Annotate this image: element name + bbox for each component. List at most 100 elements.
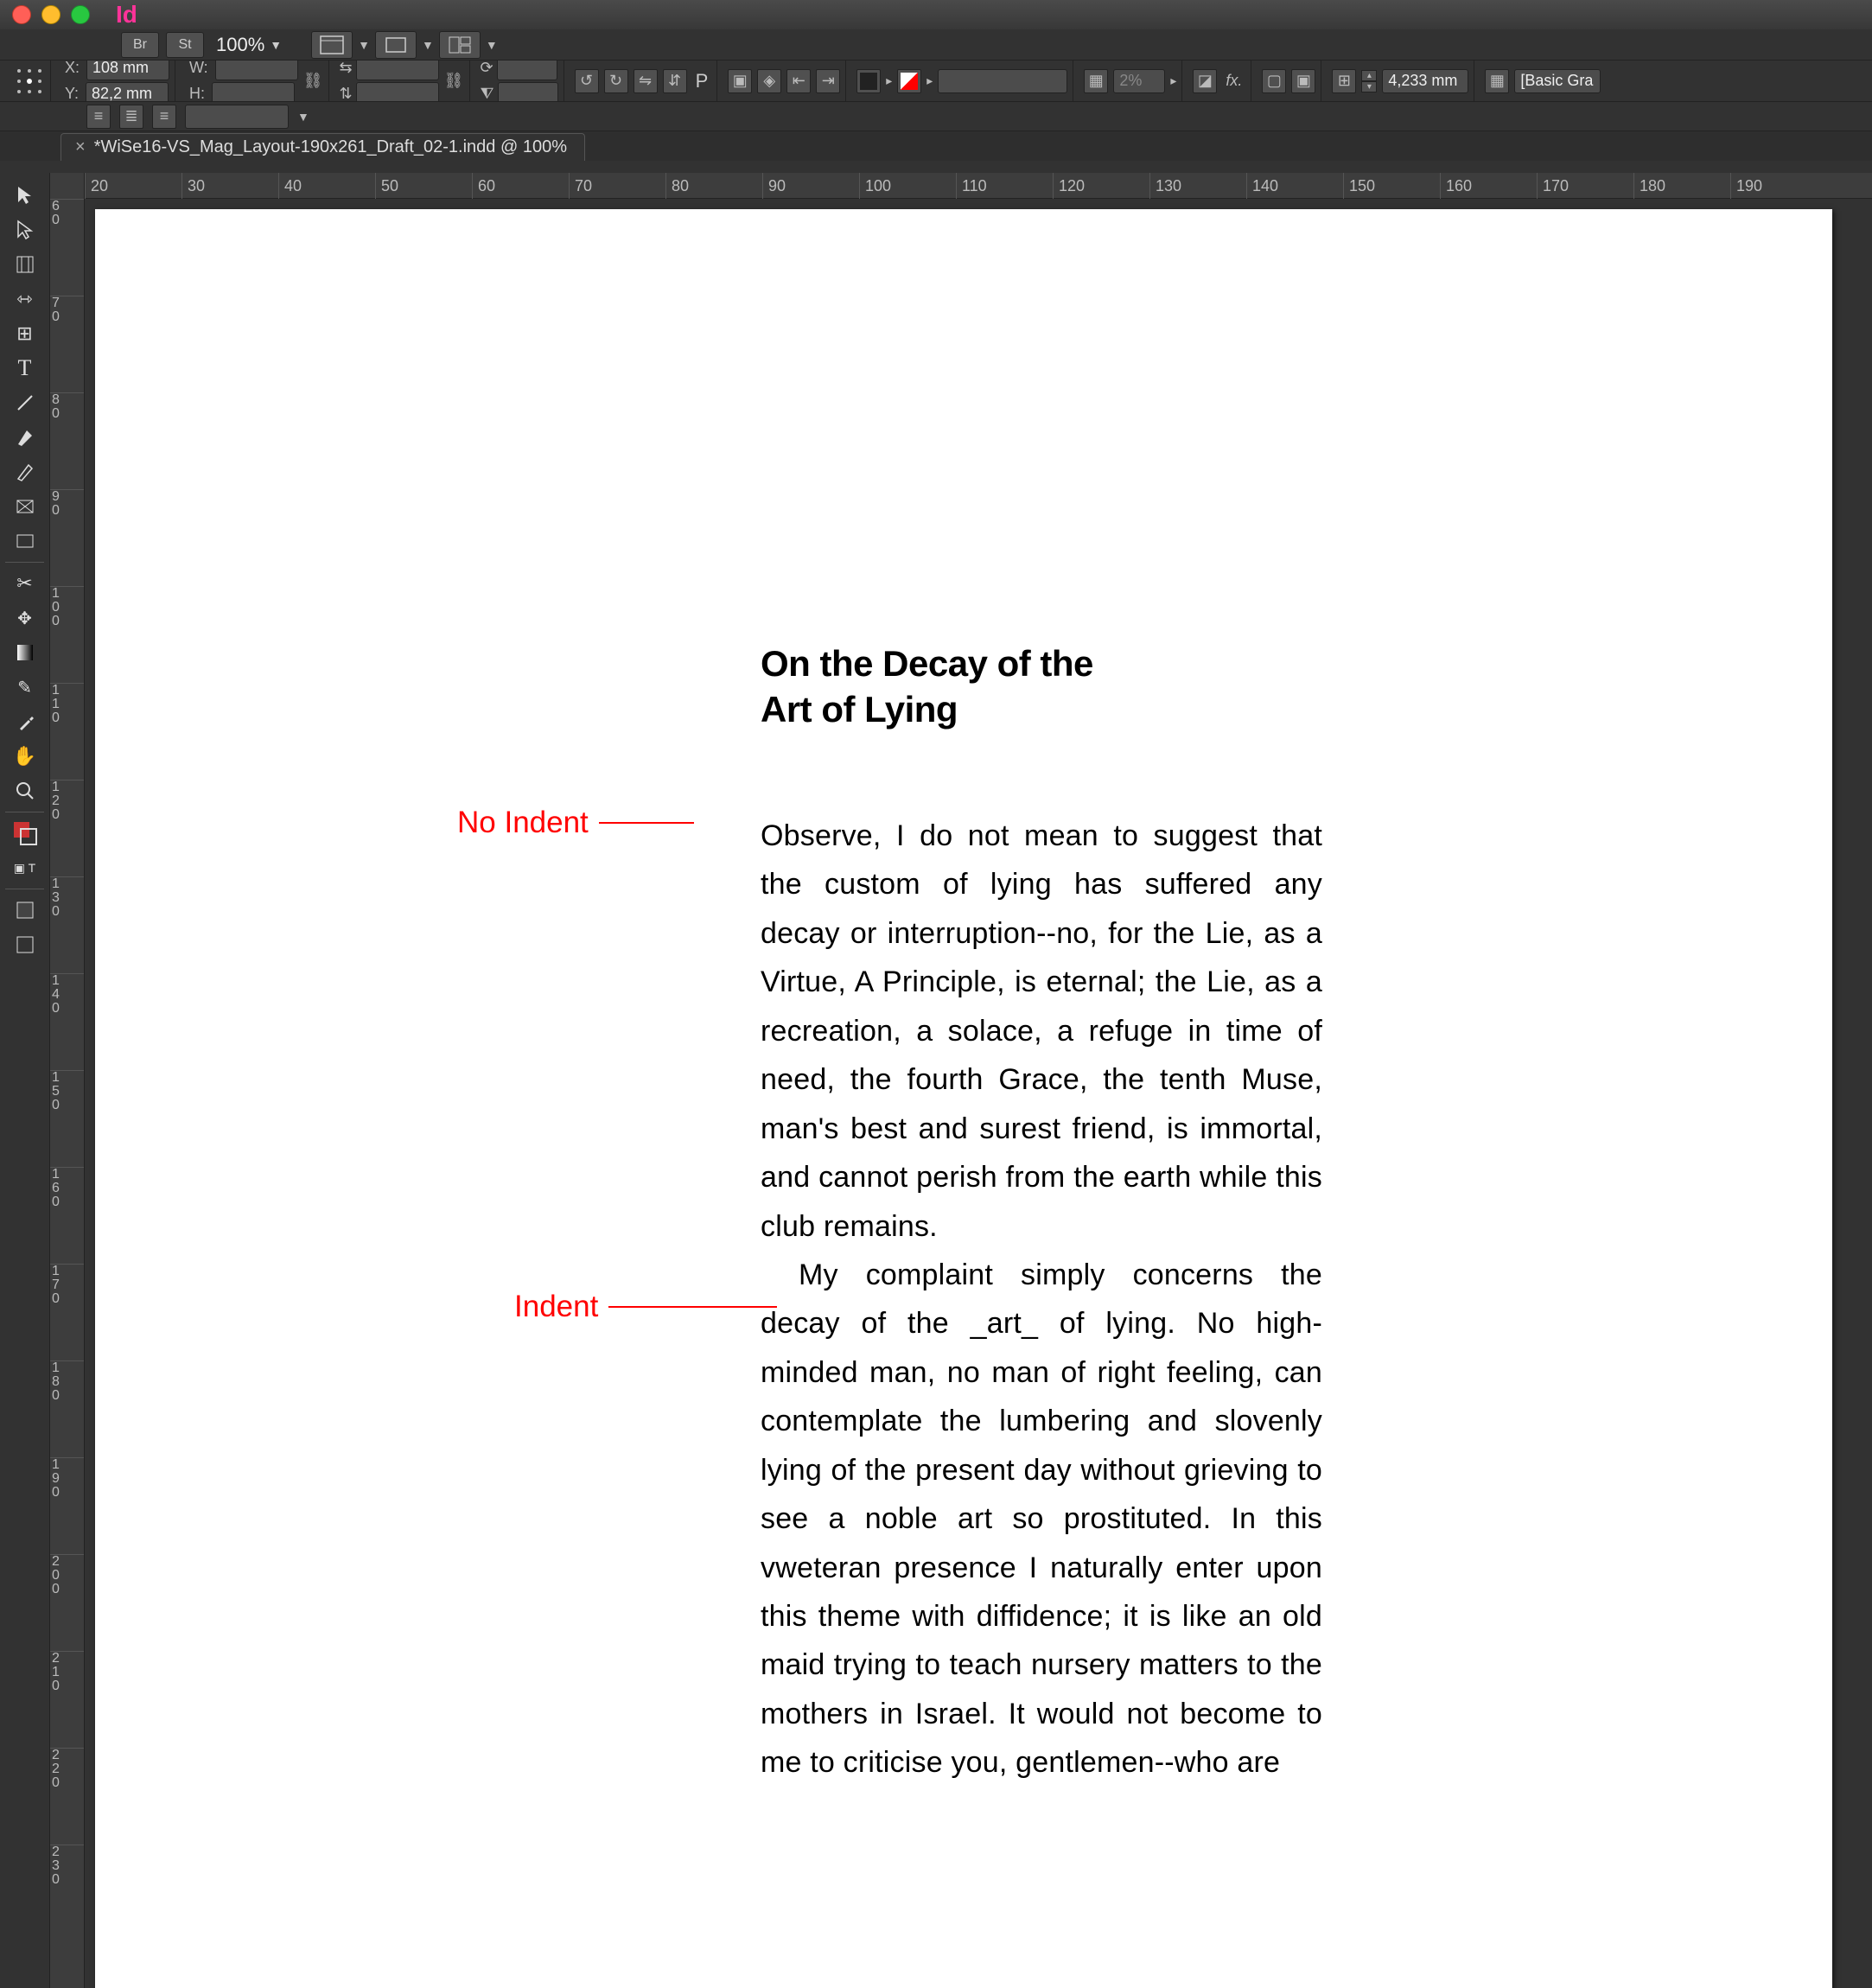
document-tab-title: *WiSe16-VS_Mag_Layout-190x261_Draft_02-1… [94, 137, 567, 157]
w-field[interactable] [215, 61, 298, 80]
stroke-swatch[interactable] [897, 69, 921, 93]
control-bar-row-2: ≡ ≣ ≡ ▼ [0, 102, 1872, 131]
close-tab-icon[interactable]: × [75, 137, 86, 157]
tool-panel: ⇿ ⊞ T ✂ ✥ ✎ ✋ ▣ T [0, 173, 50, 1988]
step-value-field[interactable]: 4,233 mm [1382, 69, 1468, 93]
text-wrap-cluster: ▢ ▣ [1257, 61, 1321, 101]
ruler-tick: 150 [50, 1070, 84, 1167]
gradient-swatch-tool[interactable] [8, 636, 42, 669]
direct-selection-tool[interactable] [8, 213, 42, 246]
hand-tool[interactable]: ✋ [8, 740, 42, 773]
stock-button[interactable]: St [166, 32, 204, 58]
scale-y-field[interactable] [356, 82, 439, 103]
zoom-window-icon[interactable] [71, 5, 90, 24]
flip-cluster: ↺ ↻ ⇋ ⇵ P [570, 61, 718, 101]
link-icon[interactable]: ⛓ [303, 72, 323, 90]
fill-swatch[interactable] [856, 69, 881, 93]
reference-point-cluster[interactable] [9, 61, 51, 101]
scale-x-field[interactable] [356, 61, 439, 80]
y-field[interactable]: 82,2 mm [86, 82, 169, 103]
screen-mode-button[interactable] [375, 31, 417, 59]
size-cluster: W: H: ⛓ [181, 61, 329, 101]
content-collector-tool[interactable]: ⊞ [8, 317, 42, 350]
drop-shadow-button[interactable]: ◪ [1193, 69, 1217, 93]
scissors-tool[interactable]: ✂ [8, 567, 42, 600]
pen-tool[interactable] [8, 421, 42, 454]
opacity-value: 2% [1119, 72, 1142, 90]
horizontal-ruler[interactable]: 2030405060708090100110120130140150160170… [85, 173, 1872, 199]
ruler-tick: 120 [1053, 173, 1149, 199]
select-next-button[interactable]: ⇥ [816, 69, 840, 93]
minimize-window-icon[interactable] [41, 5, 60, 24]
flip-v-button[interactable]: ⇵ [663, 69, 687, 93]
rotation-field[interactable] [497, 61, 557, 80]
zoom-level[interactable]: 100% ▼ [211, 34, 287, 56]
canvas[interactable]: On the Decay of the Art of Lying Observe… [85, 199, 1872, 1988]
stroke-weight-field[interactable] [938, 69, 1067, 93]
chevron-right-icon: ▸ [1170, 73, 1176, 88]
h-field[interactable] [212, 82, 295, 103]
text-frame[interactable]: On the Decay of the Art of Lying Observe… [761, 641, 1322, 1787]
title-line-1: On the Decay of the [761, 643, 1093, 684]
link-icon[interactable]: ⛓ [444, 72, 464, 90]
select-content-button[interactable]: ◈ [757, 69, 781, 93]
ruler-tick: 80 [50, 392, 84, 489]
select-container-button[interactable]: ▣ [728, 69, 752, 93]
eyedropper-tool[interactable] [8, 705, 42, 738]
view-options-group: ▼ ▼ ▼ [311, 31, 498, 59]
ruler-tick: 120 [50, 780, 84, 876]
x-field[interactable]: 108 mm [86, 61, 169, 80]
line-tool[interactable] [8, 386, 42, 419]
rectangle-tool[interactable] [8, 525, 42, 558]
shear-field[interactable] [498, 82, 558, 103]
frame-fit-cluster: ⊞ ▴▾ 4,233 mm [1327, 61, 1474, 101]
stroke-style-field[interactable] [185, 105, 289, 129]
format-container-text-toggle[interactable]: ▣ T [8, 851, 42, 884]
document-page[interactable]: On the Decay of the Art of Lying Observe… [95, 209, 1832, 1988]
rotate-ccw-button[interactable]: ↺ [575, 69, 599, 93]
h-label: H: [189, 85, 205, 102]
close-window-icon[interactable] [12, 5, 31, 24]
fill-stroke-toggle[interactable] [8, 817, 42, 850]
bridge-label: Br [133, 37, 147, 53]
fx-label[interactable]: fx. [1226, 72, 1242, 90]
view-options-button[interactable] [311, 31, 353, 59]
fit-content-button[interactable]: ⊞ [1332, 69, 1356, 93]
wrap-bound-button[interactable]: ▣ [1291, 69, 1315, 93]
pencil-tool[interactable] [8, 456, 42, 488]
rotate-cw-button[interactable]: ↻ [604, 69, 628, 93]
screen-mode-tool[interactable] [8, 928, 42, 961]
vertical-ruler[interactable]: 6070809010011012013014015016017018019020… [50, 173, 85, 1988]
ruler-tick: 170 [50, 1264, 84, 1360]
ruler-tick: 170 [1537, 173, 1633, 199]
free-transform-tool[interactable]: ✥ [8, 602, 42, 634]
align-center-button[interactable]: ≣ [119, 105, 143, 129]
opacity-field[interactable]: 2% [1113, 69, 1165, 93]
rectangle-frame-tool[interactable] [8, 490, 42, 523]
arrange-button[interactable] [439, 31, 481, 59]
type-tool[interactable]: T [8, 352, 42, 385]
apply-color-button[interactable] [8, 894, 42, 927]
document-tab-bar: × *WiSe16-VS_Mag_Layout-190x261_Draft_02… [0, 131, 1872, 161]
align-right-button[interactable]: ≡ [152, 105, 176, 129]
wrap-none-button[interactable]: ▢ [1262, 69, 1286, 93]
workspace-dropdown[interactable]: [Basic Gra [1514, 69, 1601, 93]
page-tool[interactable] [8, 248, 42, 281]
body-text: Observe, I do not mean to suggest that t… [761, 812, 1322, 1787]
flip-h-button[interactable]: ⇋ [634, 69, 658, 93]
note-tool[interactable]: ✎ [8, 671, 42, 704]
paragraph-1: Observe, I do not mean to suggest that t… [761, 812, 1322, 1251]
annotation-indent: Indent [514, 1290, 777, 1324]
align-left-button[interactable]: ≡ [86, 105, 111, 129]
selection-tool[interactable] [8, 179, 42, 212]
ruler-tick: 190 [50, 1457, 84, 1554]
zoom-tool[interactable] [8, 774, 42, 807]
step-arrows[interactable]: ▴▾ [1361, 70, 1377, 92]
document-tab[interactable]: × *WiSe16-VS_Mag_Layout-190x261_Draft_02… [60, 133, 585, 161]
gap-tool[interactable]: ⇿ [8, 283, 42, 315]
scale-x-icon: ⇆ [340, 61, 353, 77]
workspace-cluster: ▦ [Basic Gra [1480, 61, 1606, 101]
select-prev-button[interactable]: ⇤ [786, 69, 811, 93]
bridge-button[interactable]: Br [121, 32, 159, 58]
ruler-tick: 190 [1730, 173, 1827, 199]
